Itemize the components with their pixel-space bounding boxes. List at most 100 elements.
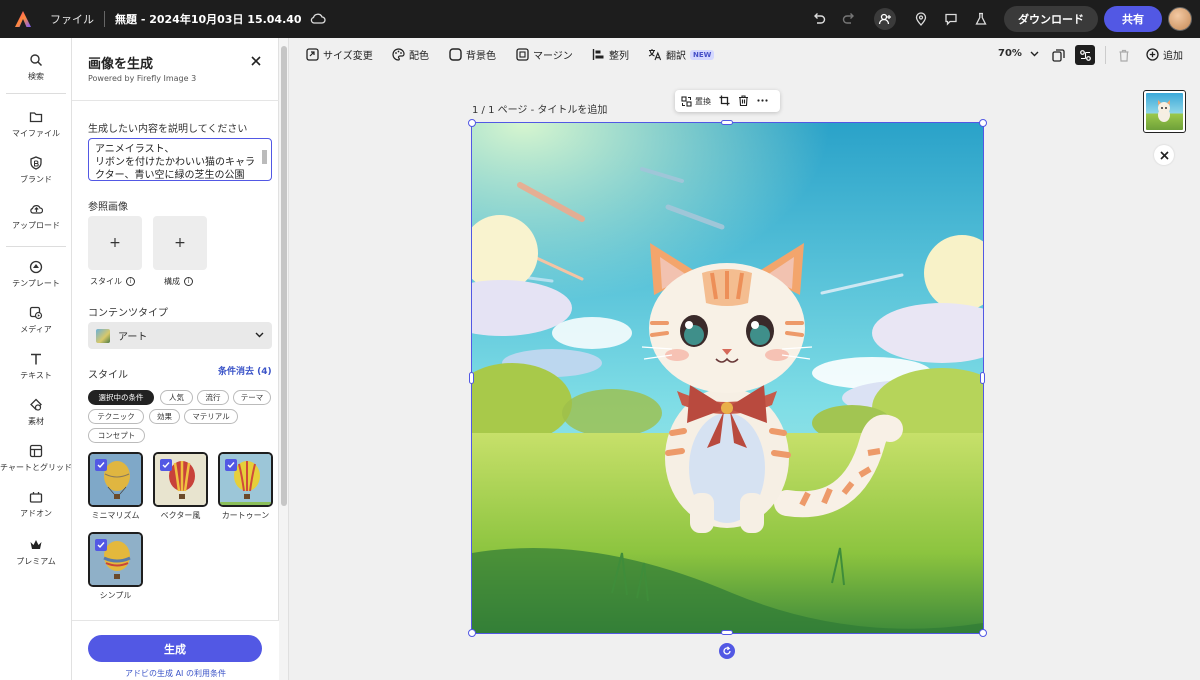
background-color-icon xyxy=(449,48,462,61)
adobe-express-logo[interactable] xyxy=(12,8,34,30)
align-button[interactable]: 整列 xyxy=(592,47,629,62)
color-theme-button[interactable]: 配色 xyxy=(392,47,429,62)
divider xyxy=(6,93,66,94)
page-title-label[interactable]: 1 / 1 ページ - タイトルを追加 xyxy=(472,101,607,116)
info-icon[interactable]: i xyxy=(184,277,193,286)
canvas-toolbar: サイズ変更 配色 背景色 マージン 整列 翻訳 NEW 70% 追加 xyxy=(290,38,1200,72)
download-button[interactable]: ダウンロード xyxy=(1004,6,1098,32)
page-thumbnail[interactable] xyxy=(1143,90,1186,133)
undo-icon[interactable] xyxy=(808,8,830,30)
resize-button[interactable]: サイズ変更 xyxy=(306,47,373,62)
chip-selected[interactable]: 選択中の条件 xyxy=(88,390,154,405)
rail-item-search[interactable]: 検索 xyxy=(0,53,72,82)
prompt-label: 生成したい内容を説明してください xyxy=(88,124,248,135)
rail-item-templates[interactable]: テンプレート xyxy=(0,260,72,289)
invite-user-icon[interactable] xyxy=(874,8,896,30)
checkbox-checked-icon xyxy=(160,459,172,471)
rail-item-elements[interactable]: 素材 xyxy=(0,398,72,427)
rail-item-charts-grids[interactable]: チャートとグリッド xyxy=(0,444,72,473)
rail-item-addons[interactable]: アドオン xyxy=(0,490,72,519)
rail-item-my-files[interactable]: マイファイル xyxy=(0,110,72,139)
share-button[interactable]: 共有 xyxy=(1104,6,1162,32)
lab-flask-icon[interactable] xyxy=(970,8,992,30)
shapes-icon xyxy=(30,398,42,411)
rail-item-text[interactable]: テキスト xyxy=(0,352,72,381)
redo-icon[interactable] xyxy=(838,8,860,30)
resize-handle-top-right[interactable] xyxy=(979,119,987,127)
resize-handle-bottom-right[interactable] xyxy=(979,629,987,637)
style-reference-label: スタイル i xyxy=(90,276,135,287)
resize-handle-left[interactable] xyxy=(469,372,474,384)
trash-icon[interactable] xyxy=(738,94,749,108)
translate-label: 翻訳 xyxy=(666,51,686,62)
chip-trending[interactable]: 流行 xyxy=(197,390,229,405)
rotate-handle-icon[interactable] xyxy=(719,643,735,659)
resize-handle-bottom[interactable] xyxy=(721,630,733,635)
avatar[interactable] xyxy=(1168,7,1192,31)
close-icon[interactable] xyxy=(248,53,264,69)
rail-item-upload[interactable]: アップロード xyxy=(0,202,72,231)
location-pin-icon[interactable] xyxy=(910,8,932,30)
chevron-down-icon xyxy=(1030,51,1039,56)
file-menu[interactable]: ファイル xyxy=(50,11,94,27)
rail-item-brand[interactable]: ブランド xyxy=(0,156,72,185)
rail-label: アドオン xyxy=(20,509,52,518)
document-title[interactable]: 無題 - 2024年10月03日 15.04.40 xyxy=(115,11,302,27)
scrollbar-thumb[interactable] xyxy=(281,46,287,506)
chip-technique[interactable]: テクニック xyxy=(88,409,144,424)
layers-toggle-icon[interactable] xyxy=(1075,45,1095,65)
rail-item-premium[interactable]: プレミアム xyxy=(0,538,72,567)
rail-item-media[interactable]: メディア xyxy=(0,306,72,335)
composition-reference-text: 構成 xyxy=(164,277,180,286)
panel-title: 画像を生成 xyxy=(88,57,154,72)
translate-button[interactable]: 翻訳 NEW xyxy=(648,47,715,62)
chip-theme[interactable]: テーマ xyxy=(233,390,271,405)
prompt-textarea[interactable]: アニメイラスト、 リボンを付けたかわいい猫のキャラクター、青い空に緑の芝生の公園 xyxy=(88,138,272,181)
zoom-select[interactable]: 70% xyxy=(998,48,1039,59)
resize-handle-top[interactable] xyxy=(721,120,733,125)
generate-image-panel: 画像を生成 Powered by Firefly Image 3 生成したい内容… xyxy=(72,38,279,680)
more-options-icon[interactable] xyxy=(757,95,768,108)
clear-filters-link[interactable]: 条件消去 (4) xyxy=(218,364,272,377)
chip-concept[interactable]: コンセプト xyxy=(88,428,145,443)
replace-button[interactable]: 置換 xyxy=(681,95,711,107)
style-card-label: ミニマリズム xyxy=(91,511,140,520)
color-label: 配色 xyxy=(409,51,429,62)
add-composition-reference-button[interactable]: + xyxy=(153,216,207,270)
close-icon[interactable] xyxy=(1154,145,1174,165)
chip-popular[interactable]: 人気 xyxy=(160,390,193,405)
background-color-button[interactable]: 背景色 xyxy=(449,47,496,62)
resize-icon xyxy=(306,48,319,61)
info-icon[interactable]: i xyxy=(126,277,135,286)
checkbox-checked-icon xyxy=(95,459,107,471)
rail-label: 素材 xyxy=(28,417,44,426)
margin-icon xyxy=(516,48,529,61)
chip-material[interactable]: マテリアル xyxy=(184,409,238,424)
prompt-scrollbar[interactable] xyxy=(262,142,268,178)
resize-handle-right[interactable] xyxy=(980,372,985,384)
style-card-simple[interactable] xyxy=(88,532,143,587)
style-card-cartoon[interactable] xyxy=(218,452,273,507)
pages-icon[interactable] xyxy=(1048,45,1068,65)
panel-scrollbar[interactable] xyxy=(279,38,289,680)
chip-effect[interactable]: 効果 xyxy=(149,409,180,424)
checkbox-checked-icon xyxy=(95,539,107,551)
comment-icon[interactable] xyxy=(940,8,962,30)
style-card-minimalism[interactable] xyxy=(88,452,143,507)
generate-button[interactable]: 生成 xyxy=(88,635,262,662)
resize-handle-bottom-left[interactable] xyxy=(468,629,476,637)
crop-icon[interactable] xyxy=(719,95,730,108)
content-type-value: アート xyxy=(118,332,148,343)
terms-link[interactable]: アドビの生成 AI の利用条件 xyxy=(72,668,279,679)
divider xyxy=(1105,46,1106,64)
resize-handle-top-left[interactable] xyxy=(468,119,476,127)
content-type-select[interactable]: アート xyxy=(88,322,272,349)
art-thumbnail xyxy=(96,328,110,343)
margin-button[interactable]: マージン xyxy=(516,47,573,62)
rail-label: メディア xyxy=(20,325,52,334)
add-page-button[interactable]: 追加 xyxy=(1146,47,1183,62)
trash-icon[interactable] xyxy=(1114,45,1134,65)
add-style-reference-button[interactable]: + xyxy=(88,216,142,270)
generated-image[interactable] xyxy=(471,122,984,634)
style-card-vector[interactable] xyxy=(153,452,208,507)
